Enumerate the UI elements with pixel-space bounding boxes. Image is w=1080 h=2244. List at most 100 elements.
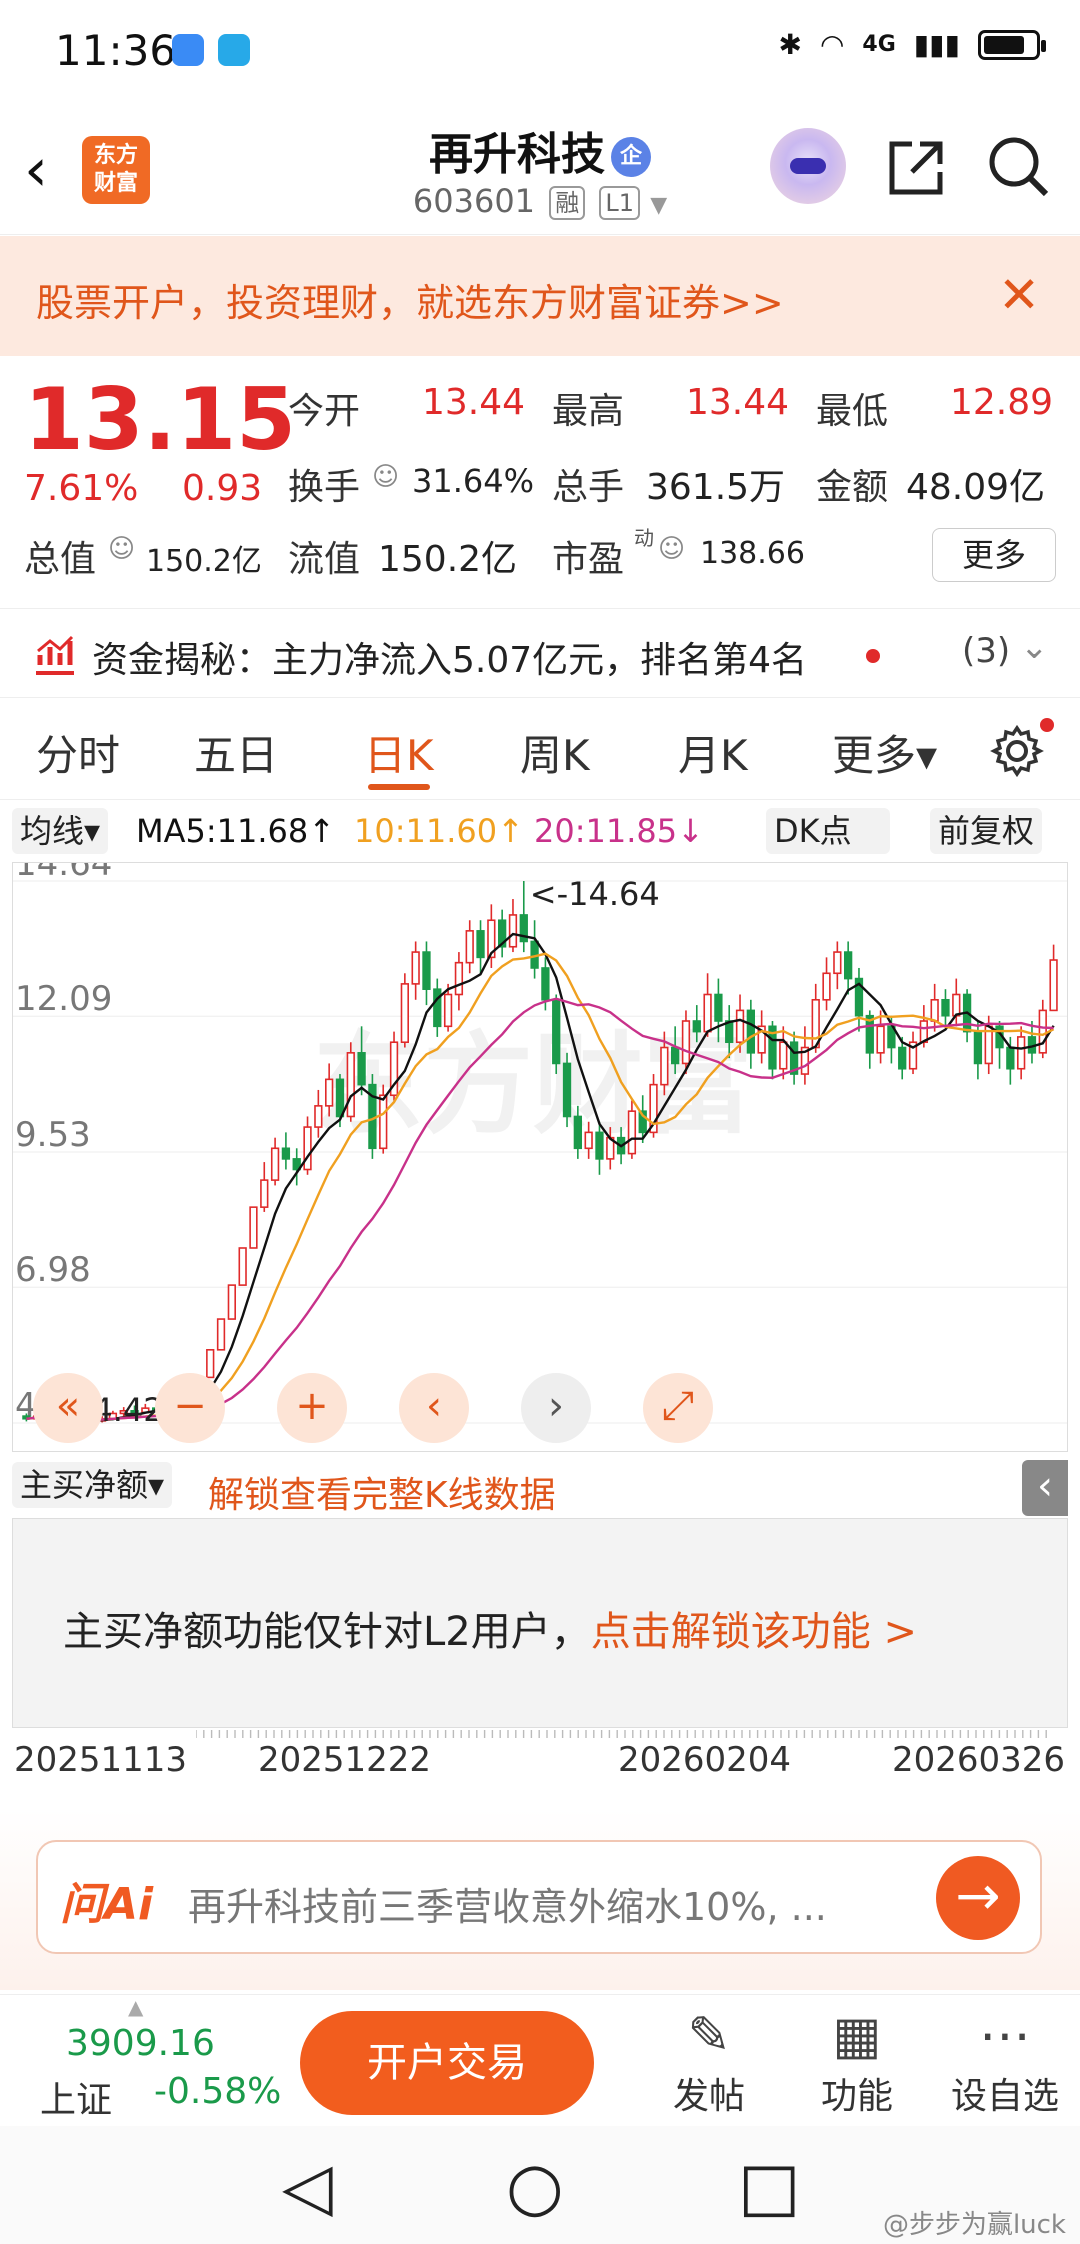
info-icon: ☺	[372, 462, 400, 492]
candle-body	[941, 998, 950, 1017]
locked-feature-box[interactable]: 主买净额功能仅针对L2用户，点击解锁该功能 >	[12, 1518, 1068, 1728]
candle-body	[541, 967, 550, 1001]
tab-weekly-k[interactable]: 周K	[520, 722, 590, 783]
low-label: 最低	[816, 391, 889, 432]
fund-flow-bar[interactable]: 资金揭秘：主力净流入5.07亿元，排名第4名 (3) ⌄	[0, 608, 1080, 698]
ai-ask-box[interactable]: 问Ai 再升科技前三季营收意外缩水10%, ... →	[36, 1840, 1042, 1954]
zoom-out-button[interactable]: −	[155, 1373, 225, 1443]
share-icon[interactable]	[884, 136, 948, 200]
adjust-selector[interactable]: 前复权	[930, 808, 1043, 854]
candle-body	[433, 988, 442, 1028]
grid-icon: ▦	[832, 2006, 882, 2066]
promo-banner[interactable]: 股票开户，投资理财，就选东方财富证券>> ✕	[0, 236, 1080, 356]
chart-trend-icon	[36, 635, 74, 675]
scroll-left-button[interactable]: ‹	[399, 1373, 469, 1443]
date-axis-ticks	[196, 1730, 1047, 1738]
index-value[interactable]: 3909.16	[66, 2023, 215, 2064]
scroll-right-button[interactable]: ›	[521, 1373, 591, 1443]
status-bar: 11:36 ✱ ◠ 4G ▮▮▮	[0, 0, 1080, 100]
status-time: 11:36	[55, 26, 177, 75]
candle-body	[595, 1131, 604, 1160]
ma10-value: 10:11.60↑	[354, 812, 524, 850]
close-icon[interactable]: ✕	[998, 266, 1040, 324]
open-label: 今开	[288, 391, 361, 432]
ai-question[interactable]: 再升科技前三季营收意外缩水10%, ...	[188, 1876, 928, 1931]
candle-body	[562, 1062, 572, 1118]
battery-icon	[978, 29, 1046, 60]
candle-body	[735, 1009, 745, 1044]
turnover-label: 换手	[288, 467, 361, 508]
ai-ask-section: 问Ai 再升科技前三季营收意外缩水10%, ... →	[0, 1810, 1080, 1990]
nav-home-icon[interactable]: ○	[506, 2148, 564, 2225]
max-price-annotation: <-14.64	[530, 875, 660, 913]
index-change[interactable]: -0.58%	[154, 2071, 281, 2112]
candle-body	[335, 1078, 345, 1118]
candle-body	[1038, 1009, 1047, 1054]
candle-body	[216, 1318, 226, 1351]
function-button[interactable]: ▦ 功能	[802, 2005, 912, 2119]
add-watchlist-button[interactable]: ⋯ 设自选	[950, 2005, 1060, 2119]
candle-body	[270, 1147, 280, 1181]
ma-selector[interactable]: 均线▾	[12, 808, 109, 854]
zoom-in-button[interactable]: +	[277, 1373, 347, 1443]
more-button[interactable]: 更多	[932, 528, 1056, 582]
unlock-kline-link[interactable]: 解锁查看完整K线数据	[208, 1466, 556, 1518]
stock-header: ‹ 东方 财富 再升科技企 603601 融 L1 ▼	[0, 100, 1080, 235]
candle-body	[952, 993, 961, 1017]
candle-body	[930, 998, 939, 1022]
candle-body	[454, 961, 464, 996]
candle-body	[411, 951, 420, 985]
locked-message-text: 主买净额功能仅针对L2用户，	[63, 1609, 591, 1655]
candle-body	[314, 1105, 323, 1128]
dk-point-toggle[interactable]: DK点	[766, 808, 890, 854]
candle-body	[973, 1030, 983, 1065]
post-label: 发帖	[672, 2076, 745, 2117]
gear-icon[interactable]	[990, 724, 1044, 778]
tab-intraday[interactable]: 分时	[36, 722, 120, 783]
info-icon: ☺	[658, 534, 686, 564]
tab-monthly-k[interactable]: 月K	[678, 722, 748, 783]
nav-recent-icon[interactable]: □	[738, 2148, 800, 2225]
open-account-trade-button[interactable]: 开户交易	[300, 2011, 594, 2115]
date-axis: 20251113 20251222 20260204 20260326	[0, 1730, 1080, 1790]
arrow-right-icon[interactable]: →	[936, 1856, 1020, 1940]
pe-label: 市盈	[552, 539, 625, 580]
unlock-feature-link[interactable]: 点击解锁该功能 >	[591, 1609, 917, 1655]
fund-flow-count: (3)	[962, 631, 1011, 671]
date-tick-label: 20260204	[618, 1740, 792, 1780]
info-icon: ☺	[108, 534, 136, 564]
fullscreen-button[interactable]: ⤢	[643, 1373, 713, 1443]
post-button[interactable]: ✎ 发帖	[654, 2005, 764, 2119]
tab-daily-k[interactable]: 日K	[364, 722, 434, 783]
candle-body	[281, 1147, 291, 1160]
ma20-value: 20:11.85↓	[534, 812, 704, 850]
more-dots-icon: ⋯	[979, 2006, 1031, 2066]
low-value: 12.89	[950, 382, 1054, 423]
quote-panel: 13.15 7.61% 0.93 今开 13.44 最高 13.44 最低 12…	[0, 358, 1080, 598]
chart-controls: « − + ‹ › ⤢	[13, 1373, 1067, 1443]
search-icon[interactable]	[986, 134, 1052, 200]
locked-message: 主买净额功能仅针对L2用户，点击解锁该功能 >	[63, 1599, 917, 1657]
kline-chart[interactable]: 东方财富14.6412.099.536.984.42<-14.64<-4.42 …	[12, 844, 1068, 1452]
chevron-down-icon[interactable]: ⌄	[1020, 627, 1049, 667]
collapse-tab-icon[interactable]: ‹	[1022, 1460, 1068, 1516]
ma5-line	[26, 932, 1055, 1422]
user-watermark: @步步为赢luck	[882, 2210, 1066, 2240]
ai-assistant-avatar[interactable]	[770, 128, 846, 204]
tab-more[interactable]: 更多▾	[832, 722, 937, 783]
scroll-left-fast-button[interactable]: «	[33, 1373, 103, 1443]
high-value: 13.44	[686, 382, 790, 423]
tab-five-day[interactable]: 五日	[194, 722, 278, 783]
current-price: 13.15	[24, 370, 297, 470]
candle-body	[692, 1020, 701, 1033]
candle-body	[357, 1052, 366, 1086]
index-name[interactable]: 上证	[40, 2071, 112, 2123]
candle-body	[1017, 1036, 1026, 1070]
candle-body	[876, 1025, 885, 1054]
sub-indicator-panel: 主买净额▾ 解锁查看完整K线数据 ‹ 主买净额功能仅针对L2用户，点击解锁该功能…	[12, 1458, 1068, 1728]
sub-indicator-selector[interactable]: 主买净额▾	[12, 1462, 173, 1508]
candle-body	[779, 1041, 788, 1070]
nav-back-icon[interactable]: ◁	[282, 2148, 333, 2225]
status-icons: ✱ ◠ 4G ▮▮▮	[778, 28, 1046, 61]
ma-indicator-row: 均线▾ MA5:11.68↑ 10:11.60↑ 20:11.85↓ DK点 前…	[0, 802, 1080, 858]
